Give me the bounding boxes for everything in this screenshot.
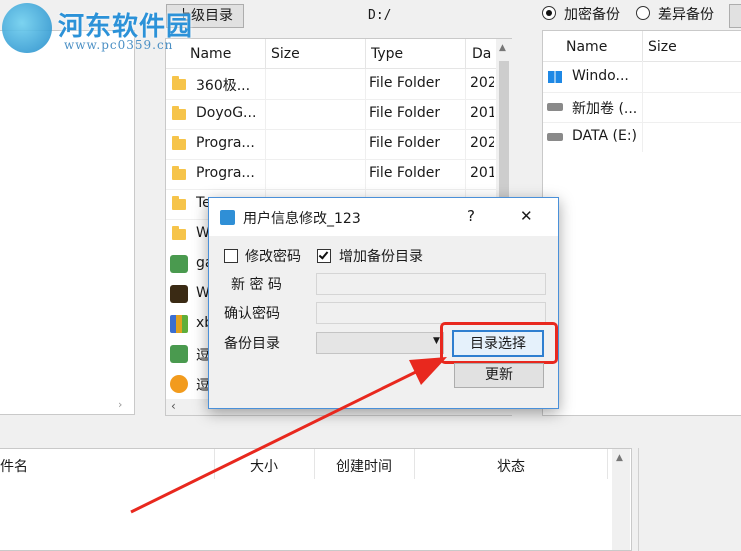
annotation-arrow xyxy=(130,357,447,514)
